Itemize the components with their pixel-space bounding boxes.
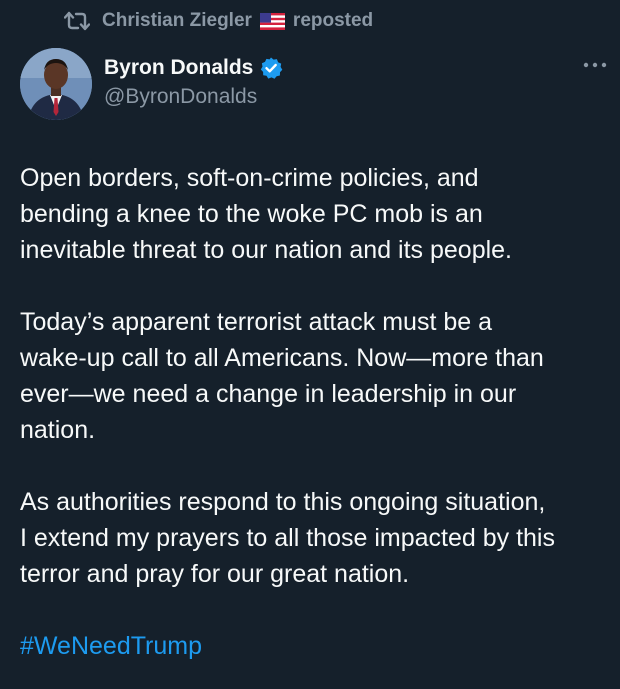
verified-badge-icon — [261, 57, 283, 79]
us-flag-icon — [259, 12, 285, 30]
repost-label: reposted — [292, 10, 374, 31]
tweet-text: Open borders, soft-on-crime policies, an… — [20, 160, 610, 664]
author-info[interactable]: Byron Donalds @ByronDonalds — [104, 54, 283, 109]
tweet-line: inevitable threat to our nation and its … — [20, 236, 513, 264]
repost-user-name[interactable]: Christian Ziegler — [102, 10, 252, 32]
tweet-line: Today’s apparent terrorist attack must b… — [20, 308, 492, 336]
avatar[interactable] — [20, 48, 92, 120]
tweet-line: bending a knee to the woke PC mob is an — [20, 200, 483, 228]
more-options-icon[interactable] — [582, 58, 608, 72]
tweet-line: terror and pray for our great nation. — [20, 560, 410, 588]
tweet-line: As authorities respond to this ongoing s… — [20, 488, 546, 516]
repost-icon — [64, 11, 90, 31]
tweet-line: ever—we need a change in leadership in o… — [20, 380, 517, 408]
tweet-line: nation. — [20, 416, 96, 444]
hashtag-link[interactable]: #WeNeedTrump — [20, 628, 610, 664]
tweet-line: Open borders, soft-on-crime policies, an… — [20, 164, 479, 192]
author-display-name[interactable]: Byron Donalds — [104, 56, 253, 80]
tweet-line: I extend my prayers to all those impacte… — [20, 524, 555, 552]
author-handle[interactable]: @ByronDonalds — [104, 85, 283, 109]
repost-banner[interactable]: Christian Ziegler reposted — [64, 8, 373, 34]
avatar-image — [20, 48, 92, 120]
tweet-line: wake-up call to all Americans. Now—more … — [20, 344, 544, 372]
